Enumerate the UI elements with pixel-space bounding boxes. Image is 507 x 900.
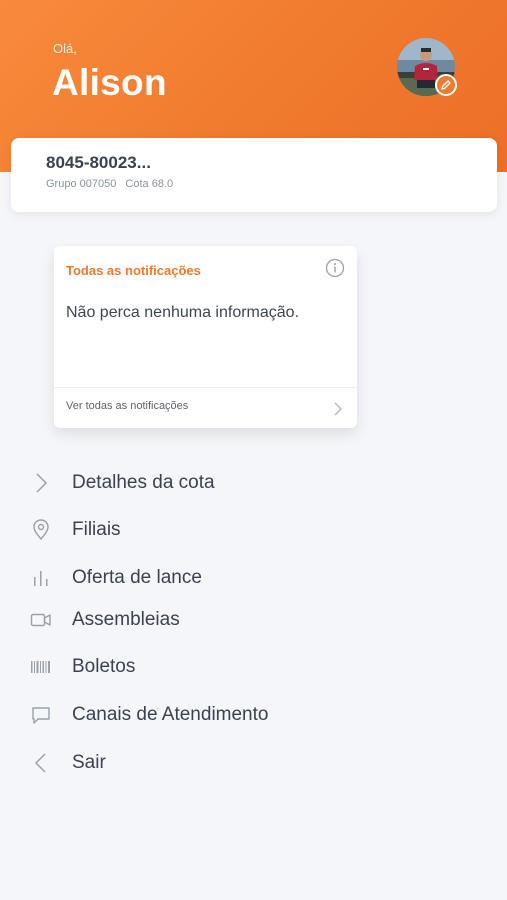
menu-item-label: Oferta de lance	[72, 567, 202, 588]
edit-avatar-button[interactable]	[435, 74, 457, 96]
menu-item-assembleias[interactable]: Assembleias	[0, 599, 507, 639]
location-pin-icon	[30, 519, 52, 541]
chevron-left-icon	[30, 752, 52, 774]
menu-item-filiais[interactable]: Filiais	[0, 509, 507, 549]
menu-item-label: Assembleias	[72, 609, 180, 630]
see-all-notifications-link[interactable]: Ver todas as notificações	[54, 388, 357, 428]
menu-item-label: Filiais	[72, 519, 121, 540]
menu-item-oferta-lance[interactable]: Oferta de lance	[0, 557, 507, 597]
greeting-text: Olá,	[53, 41, 77, 56]
chevron-right-icon	[333, 402, 343, 416]
menu-item-sair[interactable]: Sair	[0, 742, 507, 782]
menu-item-label: Boletos	[72, 656, 136, 677]
see-all-notifications-label: Ver todas as notificações	[66, 400, 189, 412]
cota-group: Grupo 007050	[46, 178, 117, 190]
avatar[interactable]	[397, 38, 457, 96]
menu-item-label: Canais de Atendimento	[72, 704, 269, 725]
user-name: Alison	[52, 62, 167, 103]
cota-card[interactable]: 8045-80023... Grupo 007050 Cota 68.0	[11, 138, 497, 212]
chat-bubble-icon	[30, 704, 52, 726]
bar-chart-icon	[30, 567, 52, 589]
cota-number: 8045-80023...	[46, 153, 151, 172]
notifications-card: Todas as notificações Não perca nenhuma …	[54, 246, 357, 428]
menu-item-label: Detalhes da cota	[72, 472, 215, 493]
menu-item-boletos[interactable]: Boletos	[0, 646, 507, 686]
menu-item-detalhes-cota[interactable]: Detalhes da cota	[0, 462, 507, 502]
barcode-icon	[30, 656, 52, 678]
chevron-right-icon	[30, 472, 52, 494]
info-icon[interactable]	[325, 258, 345, 278]
menu-item-label: Sair	[72, 752, 106, 773]
menu-item-canais-atendimento[interactable]: Canais de Atendimento	[0, 694, 507, 734]
notifications-title: Todas as notificações	[66, 263, 201, 278]
video-camera-icon	[30, 609, 52, 631]
cota-details: Grupo 007050 Cota 68.0	[46, 178, 173, 190]
cota-quota: Cota 68.0	[125, 178, 174, 190]
pencil-icon	[441, 80, 451, 90]
notifications-message: Não perca nenhuma informação.	[66, 304, 300, 321]
